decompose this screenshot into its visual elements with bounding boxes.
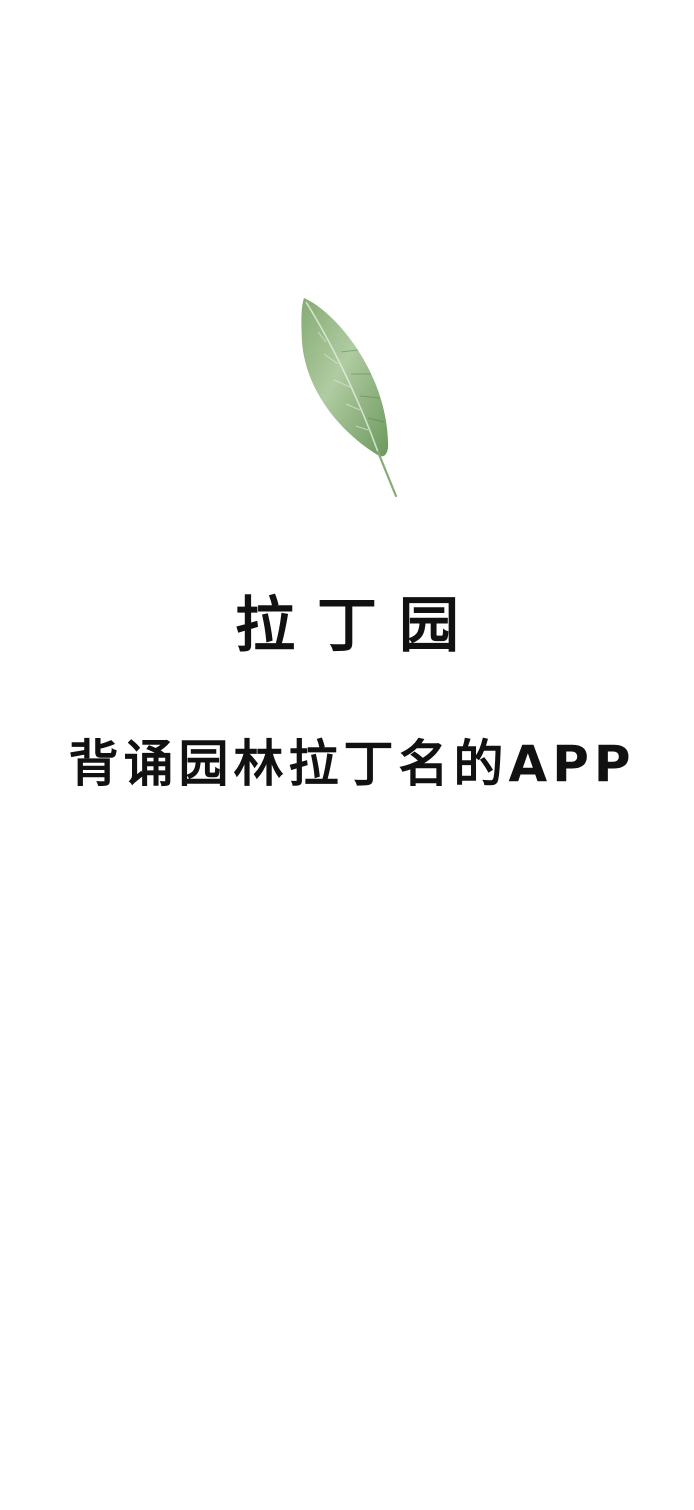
app-tagline: 背诵园林拉丁名的APP	[68, 735, 636, 793]
splash-screen: 拉丁园 背诵园林拉丁名的APP	[0, 0, 694, 1510]
leaf-icon	[301, 298, 398, 498]
app-name-title: 拉丁园	[235, 591, 481, 661]
